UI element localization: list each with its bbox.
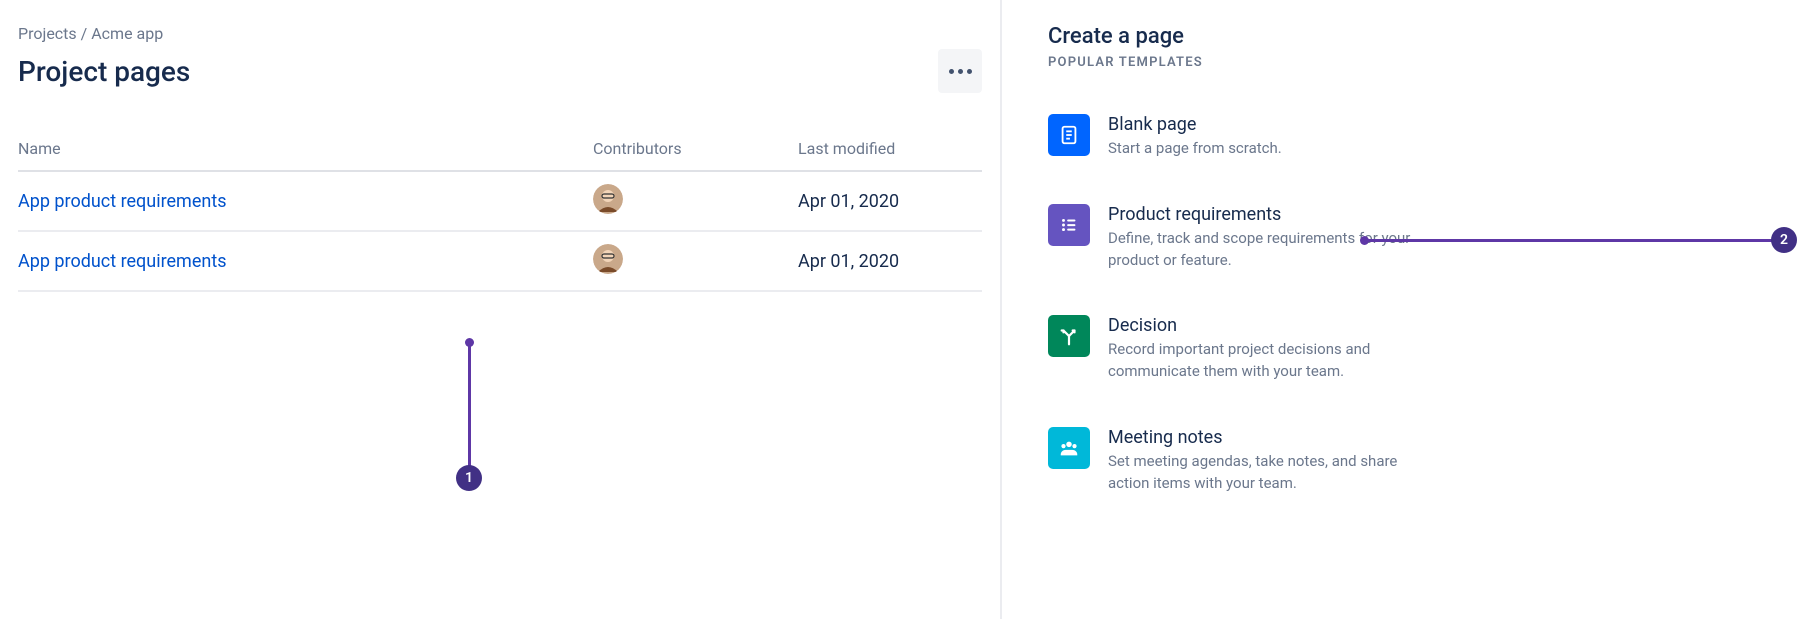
side-subtitle: Popular templates (1048, 55, 1773, 70)
callout-badge-2: 2 (1771, 227, 1797, 253)
side-title: Create a page (1048, 24, 1773, 49)
breadcrumb-sep: / (81, 24, 88, 43)
callout-connector-line (1363, 239, 1775, 242)
page-icon (1048, 114, 1090, 156)
template-meeting-notes[interactable]: Meeting notes Set meeting agendas, take … (1048, 427, 1773, 495)
page-link[interactable]: App product requirements (18, 251, 227, 272)
template-desc: Define, track and scope requirements for… (1108, 228, 1438, 272)
people-icon (1048, 427, 1090, 469)
template-blank-page[interactable]: Blank page Start a page from scratch. (1048, 114, 1773, 160)
template-title: Product requirements (1108, 204, 1438, 225)
callout-badge-1: 1 (456, 465, 482, 491)
modified-date: Apr 01, 2020 (798, 251, 982, 272)
breadcrumb: Projects / Acme app (18, 24, 982, 43)
template-product-requirements[interactable]: Product requirements Define, track and s… (1048, 204, 1773, 272)
main-panel: Projects / Acme app Project pages Name C… (0, 0, 1000, 619)
template-title: Blank page (1108, 114, 1438, 135)
template-title: Meeting notes (1108, 427, 1438, 448)
breadcrumb-root[interactable]: Projects (18, 24, 77, 43)
branch-icon (1048, 315, 1090, 357)
avatar[interactable] (593, 244, 623, 274)
col-header-name: Name (18, 139, 593, 158)
template-decision[interactable]: Decision Record important project decisi… (1048, 315, 1773, 383)
template-title: Decision (1108, 315, 1438, 336)
template-desc: Start a page from scratch. (1108, 138, 1438, 160)
page-title: Project pages (18, 55, 190, 88)
table-row: App product requirements Apr 01, 2020 (18, 232, 982, 292)
template-desc: Set meeting agendas, take notes, and sha… (1108, 451, 1438, 495)
page-link[interactable]: App product requirements (18, 191, 227, 212)
side-panel: Create a page Popular templates Blank pa… (1002, 0, 1803, 619)
callout-connector-line (468, 341, 471, 468)
avatar[interactable] (593, 184, 623, 214)
breadcrumb-current[interactable]: Acme app (91, 24, 163, 43)
more-actions-button[interactable] (938, 49, 982, 93)
modified-date: Apr 01, 2020 (798, 191, 982, 212)
template-desc: Record important project decisions and c… (1108, 339, 1438, 383)
table-header: Name Contributors Last modified (18, 139, 982, 172)
col-header-contributors: Contributors (593, 139, 798, 158)
list-icon (1048, 204, 1090, 246)
table-row: App product requirements Apr 01, 2020 (18, 172, 982, 232)
col-header-modified: Last modified (798, 139, 982, 158)
